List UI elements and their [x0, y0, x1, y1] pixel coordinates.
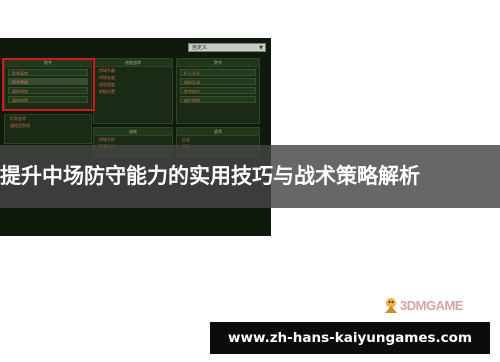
panel-header: 防守	[177, 59, 259, 67]
lower-right-option-1[interactable]: 反击	[180, 137, 256, 143]
panel-defense-2: 防守 盯人方式 逼抢区域 防守站位 越位陷阱	[176, 58, 260, 124]
page-title: 提升中场防守能力的实用技巧与战术策略解析	[0, 164, 420, 188]
lower-left-option-1[interactable]: 盯防战术	[8, 116, 88, 122]
marking-option-2[interactable]: 逼抢区域	[180, 78, 256, 85]
attack-option-4[interactable]: 前插位置	[97, 89, 169, 95]
panel-header: 进攻战术	[94, 59, 172, 67]
highlight-box	[2, 58, 95, 111]
chevron-down-icon: ▼	[259, 45, 263, 51]
attack-option-2[interactable]: 传球长度	[97, 75, 169, 81]
marking-option-4[interactable]: 越位陷阱	[180, 96, 256, 103]
marking-option-1[interactable]: 盯人方式	[180, 69, 256, 76]
3dm-logo-icon	[385, 298, 397, 313]
title-band: 提升中场防守能力的实用技巧与战术策略解析	[0, 145, 500, 208]
watermark-logo: 3DMGAME	[382, 296, 494, 316]
lower-mid-option-1[interactable]: 传球方向	[97, 137, 169, 143]
panel-lower-left: 盯防战术 逼抢型防线	[4, 114, 92, 144]
attack-option-3[interactable]: 进攻宽度	[97, 82, 169, 88]
url-bar: www.zh-hans-kaiyungames.com	[210, 322, 490, 354]
panel-attack: 进攻战术 传球节奏 传球长度 进攻宽度 前插位置	[93, 58, 173, 124]
tactics-preset-dropdown[interactable]: 自定义 ▼	[188, 43, 266, 52]
panel-header: 进攻	[94, 128, 172, 136]
marking-option-3[interactable]: 防守站位	[180, 87, 256, 94]
watermark-brand: 3DMGAME	[400, 298, 463, 313]
lower-left-option-2[interactable]: 逼抢型防线	[8, 123, 88, 129]
panel-header: 战术	[177, 128, 259, 136]
attack-option-1[interactable]: 传球节奏	[97, 68, 169, 74]
dropdown-value: 自定义	[192, 45, 208, 51]
url-text[interactable]: www.zh-hans-kaiyungames.com	[210, 322, 490, 354]
